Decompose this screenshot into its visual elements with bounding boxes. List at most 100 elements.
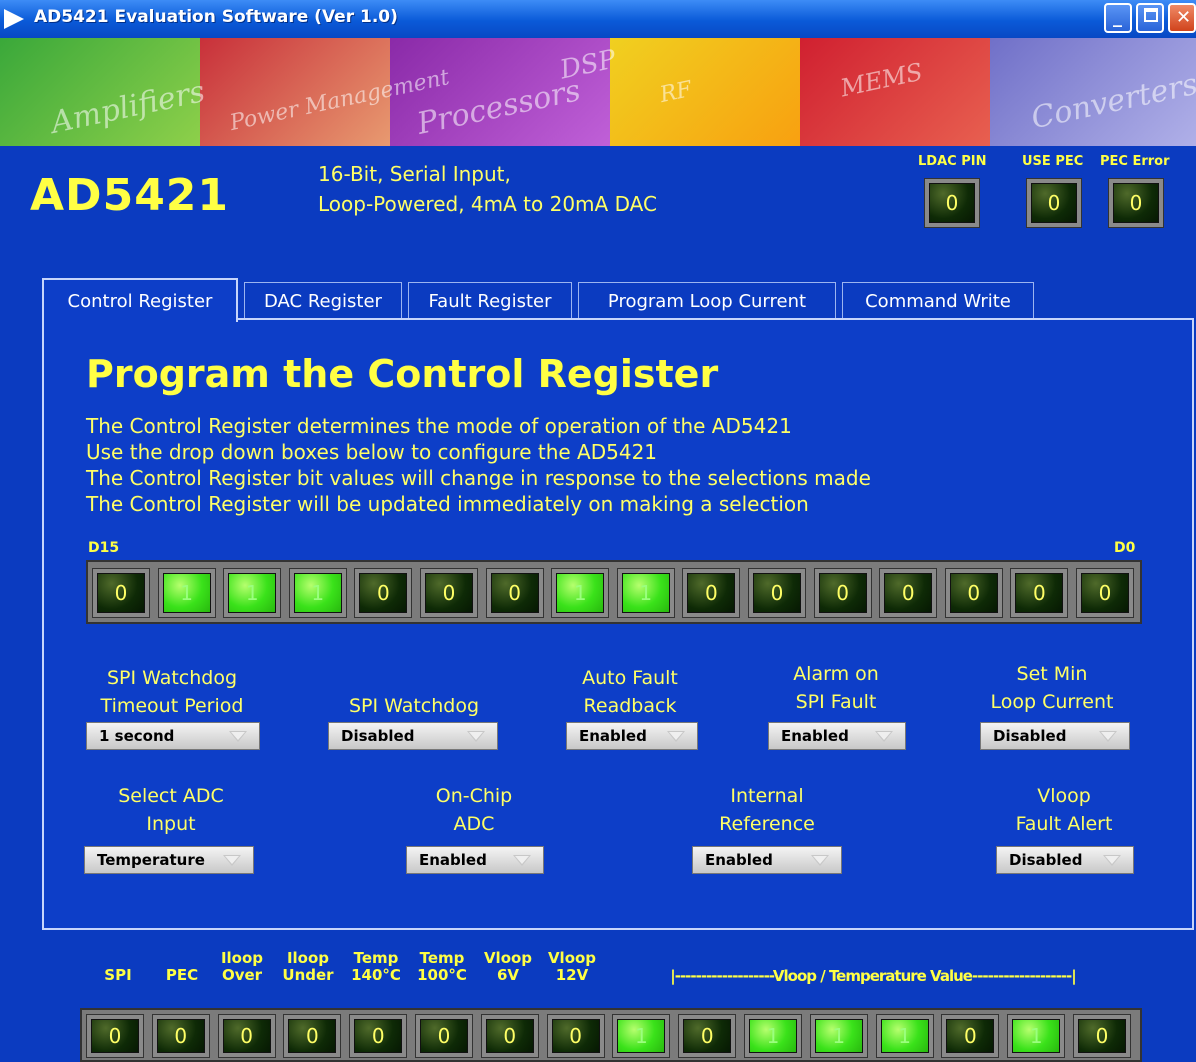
instruction-line: The Control Register will be updated imm… — [86, 492, 809, 516]
device-name: AD5421 — [30, 170, 230, 221]
minimize-icon: _ — [1113, 7, 1122, 28]
app-icon — [4, 9, 24, 29]
internal-reference-select[interactable]: Enabled — [692, 846, 842, 874]
auto-fault-readback-label: Auto Fault Readback — [582, 667, 678, 717]
status-flag-label: Iloop Over — [220, 949, 264, 984]
vloop-fault-alert-select[interactable]: Disabled — [996, 846, 1134, 874]
dropdown-arrow-icon — [1103, 855, 1121, 866]
tab-program-loop-current[interactable]: Program Loop Current — [578, 282, 836, 320]
status-bit-led: 0 — [86, 1014, 144, 1058]
instruction-line: Use the drop down boxes below to configu… — [86, 440, 658, 464]
status-bit-led: 1 — [744, 1014, 802, 1058]
alarm-on-spi-fault-label: Alarm on SPI Fault — [793, 663, 879, 713]
select-adc-input-label: Select ADC Input — [118, 785, 224, 835]
spi-watchdog-timeout-label: SPI Watchdog Timeout Period — [100, 667, 244, 717]
dropdown-arrow-icon — [667, 731, 685, 742]
status-bit-led: 0 — [546, 1014, 605, 1058]
set-min-loop-current-label: Set Min Loop Current — [990, 663, 1114, 713]
register-bit-led[interactable]: 0 — [1076, 568, 1134, 618]
title-bar: AD5421 Evaluation Software (Ver 1.0) _ ✕ — [0, 0, 1196, 38]
register-bit-led[interactable]: 0 — [682, 568, 741, 618]
set-min-loop-current-select[interactable]: Disabled — [980, 722, 1130, 750]
alarm-on-spi-fault-select[interactable]: Enabled — [768, 722, 906, 750]
spi-watchdog-timeout-select[interactable]: 1 second — [86, 722, 260, 750]
auto-fault-readback-select[interactable]: Enabled — [566, 722, 698, 750]
select-adc-input-select[interactable]: Temperature — [84, 846, 254, 874]
spi-watchdog-label: SPI Watchdog — [348, 695, 480, 717]
product-banner: Amplifiers Power Management Processors D… — [0, 38, 1196, 146]
register-bit-led[interactable]: 1 — [157, 568, 216, 618]
internal-reference-label: Internal Reference — [719, 785, 815, 835]
lsb-label: D0 — [1114, 540, 1136, 556]
register-bit-led[interactable]: 1 — [551, 568, 610, 618]
vloop-temperature-range-label: |-------------------Vloop / Temperature … — [670, 967, 1076, 985]
status-bit-led: 0 — [941, 1014, 1000, 1058]
vloop-fault-alert-label: Vloop Fault Alert — [1015, 785, 1113, 835]
status-bit-led: 0 — [349, 1014, 408, 1058]
dropdown-arrow-icon — [223, 855, 241, 866]
dropdown-arrow-icon — [1099, 731, 1117, 742]
register-bit-led[interactable]: 0 — [944, 568, 1003, 618]
register-bit-led[interactable]: 0 — [92, 568, 150, 618]
register-bit-led[interactable]: 1 — [616, 568, 675, 618]
register-bit-led[interactable]: 0 — [485, 568, 544, 618]
close-button[interactable]: ✕ — [1168, 3, 1196, 33]
tab-fault-register[interactable]: Fault Register — [408, 282, 572, 320]
register-bit-led[interactable]: 1 — [288, 568, 347, 618]
status-flag-label: Temp 140°C — [351, 949, 401, 984]
status-bit-led: 1 — [809, 1014, 868, 1058]
ldac-pin-led: 0 — [924, 178, 980, 228]
register-bit-led[interactable]: 0 — [1010, 568, 1069, 618]
register-bit-led[interactable]: 0 — [813, 568, 872, 618]
maximize-icon — [1144, 8, 1158, 22]
status-bit-led: 0 — [151, 1014, 210, 1058]
instruction-line: The Control Register bit values will cha… — [86, 466, 871, 490]
status-bit-led: 1 — [612, 1014, 671, 1058]
on-chip-adc-select[interactable]: Enabled — [406, 846, 544, 874]
minimize-button[interactable]: _ — [1104, 3, 1132, 33]
tab-dac-register[interactable]: DAC Register — [244, 282, 402, 320]
msb-label: D15 — [88, 540, 120, 556]
close-icon: ✕ — [1176, 7, 1192, 28]
status-flag-label: PEC — [165, 966, 199, 984]
device-header: AD5421 16-Bit, Serial Input, Loop-Powere… — [0, 146, 1196, 266]
pec-error-led: 0 — [1108, 178, 1164, 228]
dropdown-arrow-icon — [513, 855, 531, 866]
pec-error-label: PEC Error — [1100, 154, 1170, 169]
status-bit-led: 1 — [875, 1014, 934, 1058]
register-bit-led[interactable]: 0 — [354, 568, 413, 618]
status-bit-led: 0 — [678, 1014, 737, 1058]
use-pec-led: 0 — [1026, 178, 1082, 228]
status-bit-led: 0 — [415, 1014, 473, 1058]
register-bit-led[interactable]: 0 — [748, 568, 806, 618]
instruction-line: The Control Register determines the mode… — [86, 414, 792, 438]
tab-command-write[interactable]: Command Write — [842, 282, 1034, 320]
dropdown-arrow-icon — [811, 855, 829, 866]
status-bit-led: 0 — [480, 1014, 539, 1058]
tab-control-register[interactable]: Control Register — [42, 278, 238, 322]
status-flag-label: Iloop Under — [282, 949, 334, 984]
spi-watchdog-select[interactable]: Disabled — [328, 722, 498, 750]
status-flag-label: Vloop 6V — [483, 949, 533, 984]
maximize-button[interactable] — [1136, 3, 1164, 33]
status-bit-led: 0 — [283, 1014, 342, 1058]
register-bit-led[interactable]: 0 — [879, 568, 938, 618]
device-description-line1: 16-Bit, Serial Input, — [318, 162, 511, 186]
status-bit-led: 0 — [1073, 1014, 1131, 1058]
dropdown-arrow-icon — [467, 731, 485, 742]
status-flag-label: SPI — [104, 966, 132, 984]
status-bit-led: 0 — [217, 1014, 276, 1058]
register-bit-led[interactable]: 0 — [420, 568, 478, 618]
window-title: AD5421 Evaluation Software (Ver 1.0) — [34, 7, 398, 27]
status-flag-label: Vloop 12V — [547, 949, 597, 984]
on-chip-adc-label: On-Chip ADC — [435, 785, 513, 835]
ldac-pin-label: LDAC PIN — [918, 154, 987, 169]
status-flag-label: Temp 100°C — [417, 949, 467, 984]
register-bit-led[interactable]: 1 — [223, 568, 282, 618]
control-register-panel — [42, 318, 1194, 930]
panel-title: Program the Control Register — [86, 352, 719, 396]
dropdown-arrow-icon — [229, 731, 247, 742]
device-description-line2: Loop-Powered, 4mA to 20mA DAC — [318, 192, 657, 216]
status-bit-led: 1 — [1007, 1014, 1066, 1058]
dropdown-arrow-icon — [875, 731, 893, 742]
